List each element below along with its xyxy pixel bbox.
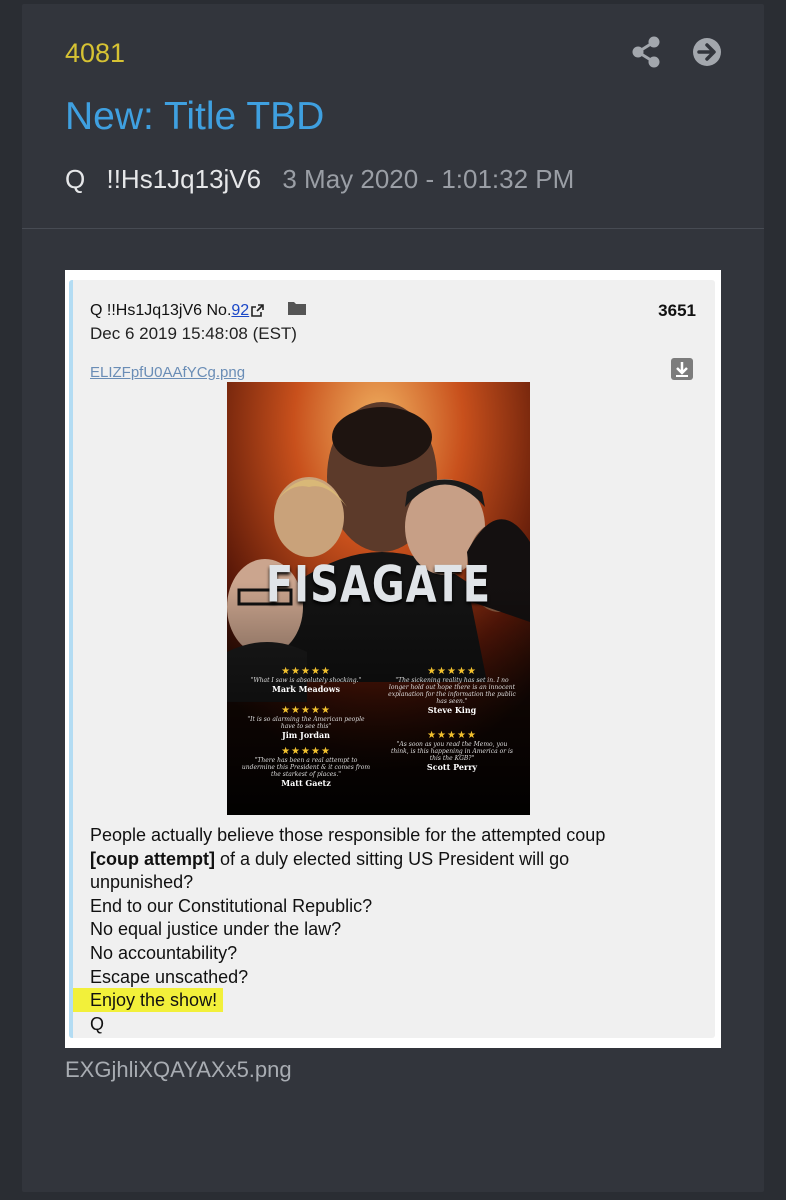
download-icon[interactable]	[671, 358, 693, 380]
review-stars: ★★★★★	[281, 666, 331, 677]
body-line: End to our Constitutional Republic?	[90, 895, 373, 916]
embedded-author: Q !!Hs1Jq13jV6 No.	[90, 302, 232, 319]
body-line: unpunished?	[90, 872, 194, 893]
review-name: Steve King	[427, 705, 477, 715]
body-line: No equal justice under the law?	[90, 919, 342, 940]
poster-image: FISAGATE ★★★★★ "What I saw is absolutely…	[227, 382, 530, 815]
tripcode: !!Hs1Jq13jV6	[106, 164, 262, 194]
embedded-post-header: Q !!Hs1Jq13jV6 No.92	[90, 302, 265, 320]
body-line: [coup attempt] of a duly elected sitting…	[90, 848, 690, 872]
body-line: People actually believe those responsibl…	[90, 825, 606, 845]
review-quote: "It is so alarming the American people h…	[247, 716, 365, 730]
post-meta: Q !!Hs1Jq13jV6 3 May 2020 - 1:01:32 PM	[65, 164, 574, 195]
board-number-link[interactable]: 92	[231, 302, 249, 319]
review-name: Matt Gaetz	[281, 778, 331, 788]
post-header: 4081 New: Title TBD Q !!Hs1Jq13jV6 3 May…	[22, 4, 764, 229]
review-stars: ★★★★★	[281, 746, 331, 757]
folder-icon[interactable]	[287, 300, 307, 316]
poster-title: FISAGATE	[265, 556, 492, 614]
post-card: 4081 New: Title TBD Q !!Hs1Jq13jV6 3 May…	[22, 4, 764, 1192]
arrow-right-circle-icon[interactable]	[691, 36, 723, 68]
review-5: ★★★★★ "As soon as you read the Memo, you…	[387, 730, 517, 772]
body-signature: Q	[90, 1013, 105, 1034]
embedded-screenshot: Q !!Hs1Jq13jV6 No.92 3651 Dec 6 2019 15:…	[65, 270, 721, 1048]
body-line-highlighted: Enjoy the show!	[73, 988, 690, 1013]
body-line-rest: of a duly elected sitting US President w…	[215, 848, 570, 869]
review-quote: "As soon as you read the Memo, you think…	[391, 741, 513, 762]
review-3: ★★★★★ "There has been a real attempt to …	[241, 746, 371, 788]
review-1: ★★★★★ "What I saw is absolutely shocking…	[241, 666, 371, 694]
review-quote: "The sickening reality has set in. I no …	[388, 677, 516, 705]
post-id: 3651	[658, 301, 696, 320]
review-4: ★★★★★ "The sickening reality has set in.…	[387, 666, 517, 715]
filename-link[interactable]: ELIZFpfU0AAfYCg.png	[90, 364, 245, 381]
review-quote: "There has been a real attempt to underm…	[241, 757, 371, 778]
share-icon[interactable]	[631, 36, 661, 68]
post-number: 4081	[65, 38, 126, 68]
post-date: 3 May 2020 - 1:01:32 PM	[282, 164, 575, 194]
author-name: Q	[65, 164, 86, 194]
embedded-post-body: People actually believe those responsibl…	[73, 824, 690, 1036]
review-name: Mark Meadows	[271, 684, 341, 694]
embedded-post: Q !!Hs1Jq13jV6 No.92 3651 Dec 6 2019 15:…	[69, 280, 715, 1038]
image-caption[interactable]: EXGjhliXQAYAXx5.png	[65, 1057, 292, 1083]
highlight-marker: Enjoy the show!	[73, 988, 224, 1013]
review-stars: ★★★★★	[281, 705, 331, 716]
review-name: Jim Jordan	[281, 730, 330, 740]
review-stars: ★★★★★	[427, 666, 477, 677]
body-line: Escape unscathed?	[90, 966, 249, 987]
review-2: ★★★★★ "It is so alarming the American pe…	[241, 705, 371, 740]
review-name: Scott Perry	[426, 762, 478, 772]
review-quote: "What I saw is absolutely shocking."	[250, 677, 362, 684]
bold-phrase: [coup attempt]	[90, 848, 215, 869]
external-link-icon[interactable]	[251, 304, 265, 318]
post-title[interactable]: New: Title TBD	[65, 95, 324, 139]
review-stars: ★★★★★	[427, 730, 477, 741]
body-line: No accountability?	[90, 942, 238, 963]
embedded-timestamp: Dec 6 2019 15:48:08 (EST)	[90, 324, 297, 343]
